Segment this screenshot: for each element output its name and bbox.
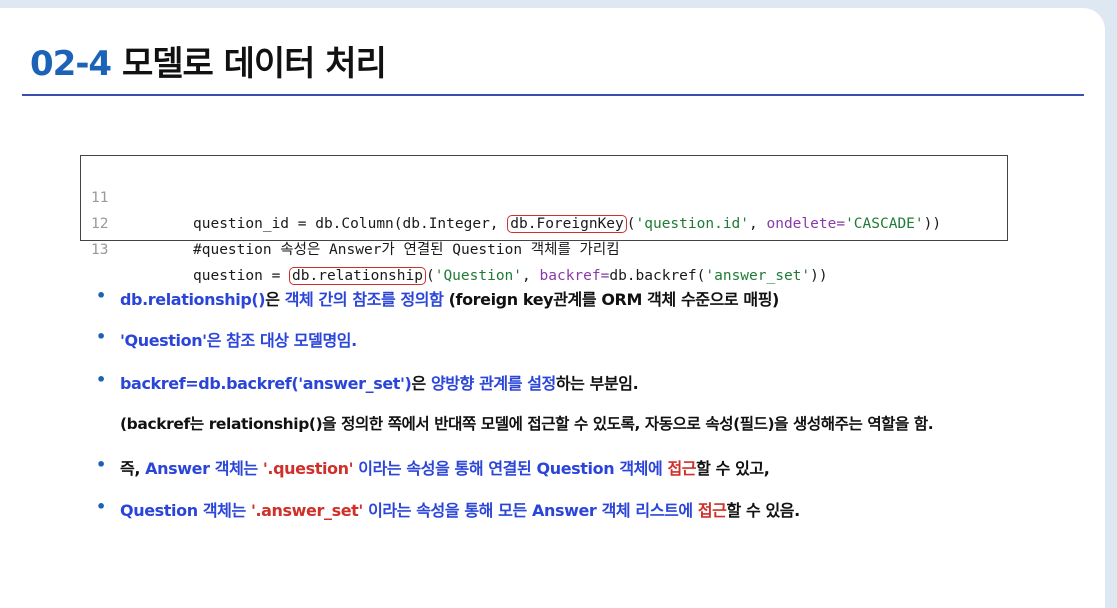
bullet-text: 양방향 관계를 설정 xyxy=(430,374,556,393)
bullet-dot-icon: • xyxy=(96,497,106,516)
bullet-text: 이라는 속성을 통해 연결된 Question 객체에 xyxy=(353,459,668,478)
bullet-text: db.relationship() xyxy=(120,290,266,309)
bullet-text: 즉, xyxy=(120,459,146,478)
bullet-text: 은 xyxy=(265,290,285,309)
section-title: 모델로 데이터 처리 xyxy=(121,44,387,84)
bullet-text: 은 참조 대상 모델명임. xyxy=(206,331,357,350)
bullet-text: 은 xyxy=(411,374,431,393)
code-string: 'answer_set' xyxy=(705,268,811,284)
bullet-text: 이라는 속성을 통해 모든 Answer 객체 리스트에 xyxy=(362,501,698,520)
bullet-text: '.answer_set' xyxy=(250,501,363,520)
code-line-11: 11 question_id = db.Column(db.Integer, d… xyxy=(81,159,1007,233)
bullet-dot-icon: • xyxy=(96,327,106,346)
code-comment: #question 속성은 Answer가 연결된 Question 객체를 가… xyxy=(193,242,620,258)
bullet-text: backref=db.backref('answer_set') xyxy=(120,374,412,393)
code-segment: question = xyxy=(193,268,290,284)
bullet-text: 접근 xyxy=(667,459,697,478)
relationship-highlight: db.relationship xyxy=(289,267,426,285)
bullet-text: Answer 객체는 xyxy=(145,459,263,478)
bullet-text: 접근 xyxy=(697,501,727,520)
code-line-13: 13 question = db.relationship ('Question'… xyxy=(81,211,1007,285)
bullet-text: 할 수 있고, xyxy=(696,459,770,478)
code-keyword: backref= xyxy=(539,268,610,284)
code-block: 11 question_id = db.Column(db.Integer, d… xyxy=(80,155,1008,285)
bullet-text: 할 수 있음. xyxy=(726,501,800,520)
title-divider xyxy=(22,94,1084,96)
bullet-text: '.question' xyxy=(262,459,354,478)
page-title: 02-4 모델로 데이터 처리 xyxy=(30,36,387,85)
bullet-text: 'Question' xyxy=(120,331,207,350)
bullet-text: 객체 간의 참조를 정의함 xyxy=(284,290,444,309)
slide: 02-4 모델로 데이터 처리 11 question_id = db.Colu… xyxy=(0,8,1105,608)
bullet-text: Question 객체는 xyxy=(120,501,251,520)
line-number: 13 xyxy=(91,242,109,258)
code-line-12: 12 #question 속성은 Answer가 연결된 Question 객체… xyxy=(81,185,1007,258)
bullet-dot-icon: • xyxy=(96,370,106,389)
code-segment: , xyxy=(522,268,540,284)
code-segment: db.backref( xyxy=(609,268,706,284)
code-segment: ( xyxy=(425,268,435,284)
bullet-dot-icon: • xyxy=(96,286,106,305)
bullet-text: (foreign key관계를 ORM 객체 수준으로 매핑) xyxy=(443,290,780,309)
code-segment: )) xyxy=(810,268,828,284)
bullet-text: 하는 부분임. xyxy=(555,374,639,393)
section-number: 02-4 xyxy=(30,44,112,84)
bullet-subtext: (backref는 relationship()을 정의한 쪽에서 반대쪽 모델… xyxy=(120,415,934,433)
bullet-dot-icon: • xyxy=(96,455,106,474)
code-string: 'Question' xyxy=(434,268,523,284)
